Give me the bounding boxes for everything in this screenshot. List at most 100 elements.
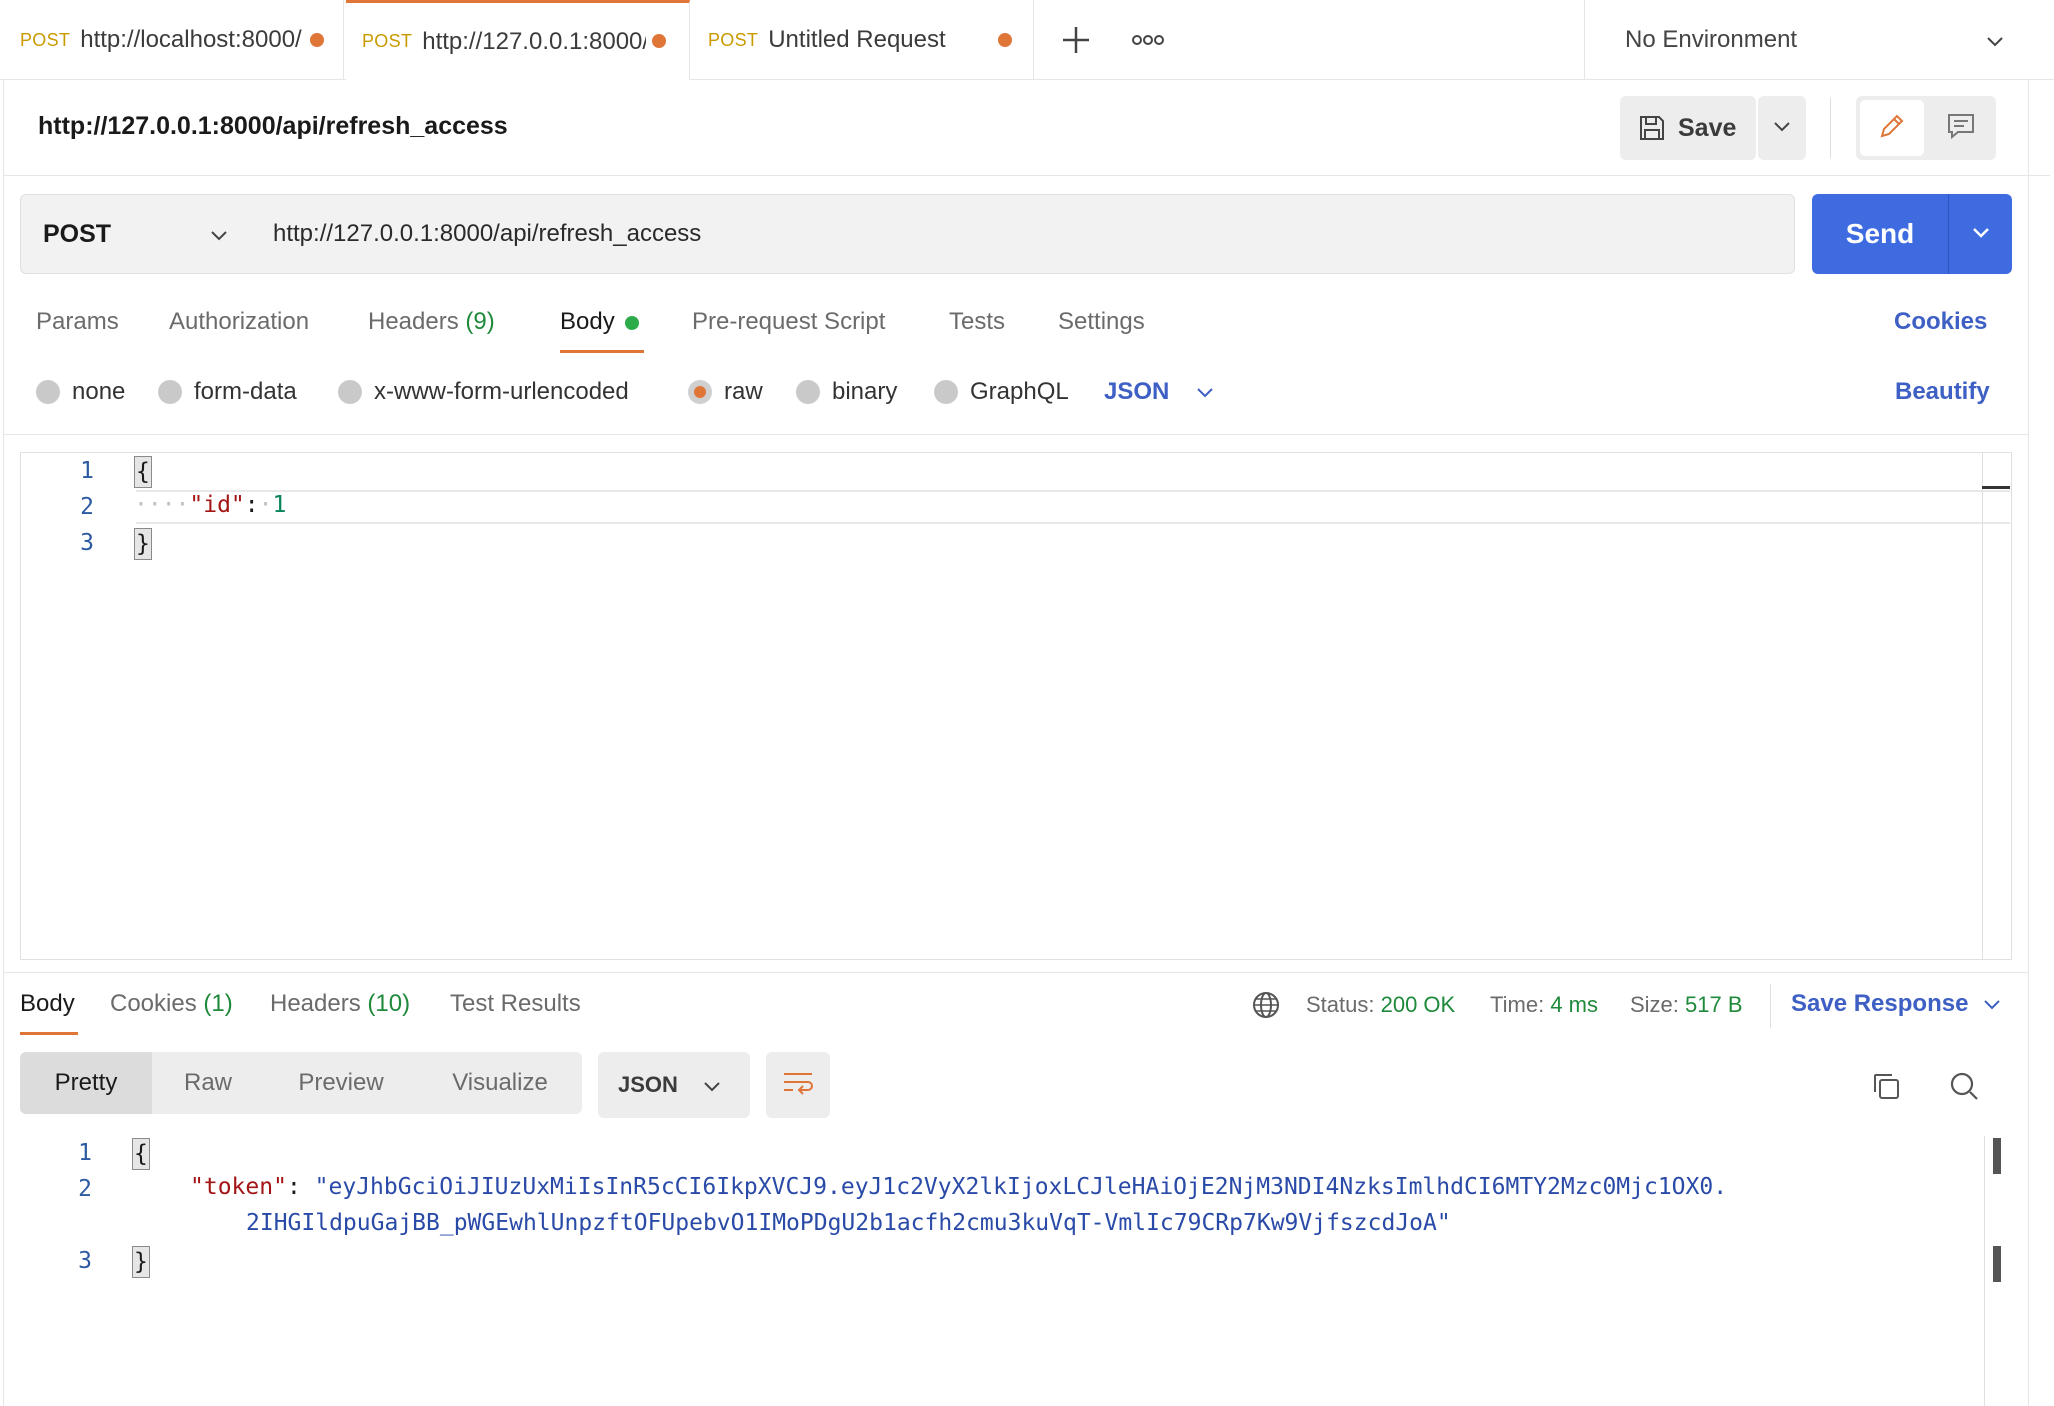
tab-tests[interactable]: Tests: [949, 308, 1005, 336]
unsaved-dot-icon: [652, 34, 666, 48]
tab-method: POST: [362, 31, 413, 51]
matched-brace: {: [134, 456, 152, 488]
radio-none[interactable]: none: [36, 378, 125, 406]
matched-brace: {: [132, 1138, 150, 1170]
radio-graphql[interactable]: GraphQL: [934, 378, 1069, 406]
save-response-label: Save Response: [1791, 990, 1969, 1017]
request-tab-1[interactable]: POST http://localhost:8000/: [0, 0, 344, 80]
floppy-disk-icon: [1638, 114, 1666, 142]
send-options-dropdown[interactable]: [1948, 194, 2012, 274]
radio-label: GraphQL: [970, 378, 1069, 405]
request-tab-2[interactable]: POST http://127.0.0.1:8000/a: [346, 0, 690, 80]
radio-urlencoded[interactable]: x-www-form-urlencoded: [338, 378, 629, 406]
size-value: 517 B: [1685, 992, 1743, 1017]
save-button[interactable]: Save: [1620, 96, 1756, 160]
send-button[interactable]: Send: [1812, 194, 1948, 274]
line-number: 2: [80, 494, 94, 520]
comments-button[interactable]: [1930, 100, 1992, 156]
chevron-down-icon: [702, 1076, 722, 1102]
tab-count: (9): [465, 308, 495, 335]
edit-mode-button[interactable]: [1860, 100, 1924, 156]
view-pretty-button[interactable]: Pretty: [20, 1052, 152, 1114]
time-label: Time:: [1490, 992, 1545, 1017]
view-preview-button[interactable]: Preview: [276, 1052, 406, 1114]
request-title[interactable]: http://127.0.0.1:8000/api/refresh_access: [38, 112, 508, 141]
response-time[interactable]: Time: 4 ms: [1490, 992, 1598, 1018]
tab-headers[interactable]: Headers (9): [368, 308, 495, 336]
response-tab-headers[interactable]: Headers (10): [270, 990, 410, 1018]
beautify-button[interactable]: Beautify: [1895, 378, 1990, 406]
chevron-down-icon: [1985, 30, 2005, 58]
json-colon: :: [286, 1174, 301, 1200]
globe-icon[interactable]: [1250, 988, 1282, 1022]
radio-raw[interactable]: raw: [688, 378, 763, 406]
json-key: "token": [190, 1174, 287, 1200]
view-visualize-button[interactable]: Visualize: [430, 1052, 570, 1114]
divider: [4, 434, 2028, 435]
json-value: 1: [272, 492, 287, 518]
new-tab-plus-icon[interactable]: [1040, 12, 1112, 68]
radio-circle-selected: [688, 380, 712, 404]
active-tab-indicator: [560, 350, 644, 353]
response-format-select[interactable]: JSON: [598, 1052, 750, 1118]
save-label: Save: [1678, 113, 1737, 142]
response-scrollbar-thumb[interactable]: [1993, 1138, 2001, 1174]
code-line: }: [132, 1246, 150, 1278]
divider: [1830, 98, 1831, 158]
radio-form-data[interactable]: form-data: [158, 378, 297, 406]
json-colon: :: [244, 492, 259, 518]
word-wrap-button[interactable]: [766, 1052, 830, 1118]
http-method-select[interactable]: POST: [20, 194, 252, 274]
line-number: 2: [78, 1176, 92, 1202]
view-raw-button[interactable]: Raw: [158, 1052, 258, 1114]
radio-label: raw: [724, 378, 763, 405]
tab-label: Headers: [270, 990, 361, 1017]
status-value: 200 OK: [1380, 992, 1456, 1017]
whitespace-marker: ·: [258, 492, 273, 518]
tab-pre-request-script[interactable]: Pre-request Script: [692, 308, 885, 336]
editor-scrollbar-thumb[interactable]: [1982, 486, 2010, 489]
tab-title: http://localhost:8000/: [80, 26, 302, 53]
format-label: JSON: [618, 1072, 678, 1097]
save-options-dropdown[interactable]: [1758, 96, 1806, 160]
save-response-button[interactable]: Save Response: [1791, 990, 2002, 1018]
tab-body[interactable]: Body: [560, 308, 639, 336]
code-line: }: [134, 528, 152, 560]
request-tab-3[interactable]: POST Untitled Request: [690, 0, 1034, 80]
tab-authorization[interactable]: Authorization: [169, 308, 309, 336]
tab-label: Cookies: [110, 990, 197, 1017]
cookies-link[interactable]: Cookies: [1894, 308, 1987, 336]
more-tabs-icon[interactable]: [1112, 12, 1184, 68]
response-status[interactable]: Status: 200 OK: [1306, 992, 1455, 1018]
response-scrollbar[interactable]: [1984, 1136, 1985, 1406]
radio-binary[interactable]: binary: [796, 378, 897, 406]
response-tab-test-results[interactable]: Test Results: [450, 990, 581, 1018]
divider: [4, 972, 2028, 973]
json-token-value-continued: 2IHGIldpuGajBB_pWGEwhlUnpzftOFUpebvO1IMo…: [246, 1210, 1451, 1236]
chevron-down-icon: [1195, 382, 1215, 402]
response-tab-body[interactable]: Body: [20, 990, 75, 1018]
tab-title: Untitled Request: [768, 26, 946, 53]
window-border: [2028, 80, 2029, 1406]
search-icon[interactable]: [1944, 1066, 1984, 1106]
response-size[interactable]: Size: 517 B: [1630, 992, 1743, 1018]
whitespace-marker: ····: [134, 492, 190, 518]
copy-icon[interactable]: [1866, 1066, 1906, 1106]
environment-selector[interactable]: No Environment: [1584, 0, 2054, 80]
chevron-down-icon: [1971, 222, 1991, 247]
divider: [1770, 984, 1771, 1028]
response-scrollbar-thumb[interactable]: [1993, 1246, 2001, 1282]
response-tab-cookies[interactable]: Cookies (1): [110, 990, 233, 1018]
editor-scrollbar[interactable]: [1982, 452, 1983, 960]
tab-params[interactable]: Params: [36, 308, 119, 336]
radio-circle: [158, 380, 182, 404]
json-token-value: "eyJhbGciOiJIUzUxMiIsInR5cCI6IkpXVCJ9.ey…: [314, 1174, 1728, 1200]
body-language-select[interactable]: JSON: [1104, 378, 1215, 406]
tab-count: (1): [203, 990, 233, 1017]
request-body-editor[interactable]: [20, 452, 2012, 960]
code-line-wrapped: 2IHGIldpuGajBB_pWGEwhlUnpzftOFUpebvO1IMo…: [246, 1210, 1451, 1236]
tab-settings[interactable]: Settings: [1058, 308, 1145, 336]
chevron-down-icon: [1772, 116, 1792, 141]
url-input[interactable]: http://127.0.0.1:8000/api/refresh_access: [251, 194, 1795, 274]
tab-count: (10): [367, 990, 411, 1017]
